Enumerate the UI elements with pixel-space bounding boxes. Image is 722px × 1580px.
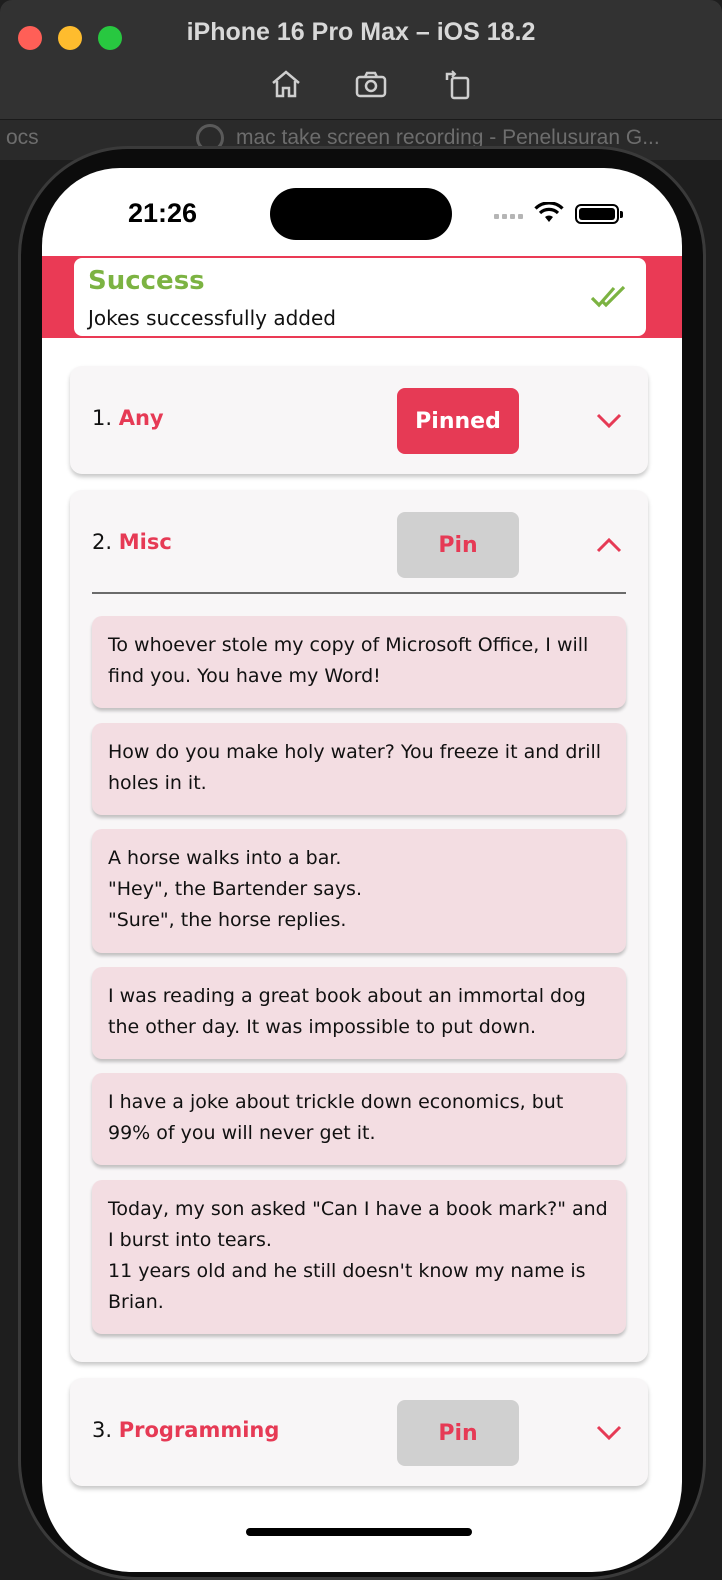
dynamic-island — [270, 188, 452, 240]
battery-icon — [575, 204, 623, 224]
status-time: 21:26 — [128, 198, 198, 228]
chevron-down-icon[interactable] — [594, 406, 624, 436]
category-name: Any — [118, 406, 164, 430]
home-indicator[interactable] — [246, 1528, 472, 1536]
chevron-up-icon[interactable] — [594, 530, 624, 560]
toast-card[interactable]: Success Jokes successfully added — [74, 258, 646, 336]
phone-screen: 21:26 Success Jokes successfully added 1… — [42, 168, 682, 1572]
wifi-icon — [534, 201, 564, 228]
rotate-icon[interactable] — [440, 66, 476, 102]
category-card-any[interactable]: 1. Any Pinned — [70, 366, 648, 474]
joke-card: A horse walks into a bar. "Hey", the Bar… — [92, 829, 626, 953]
cellular-signal-icon — [494, 214, 523, 219]
screenshot-icon[interactable] — [354, 66, 390, 102]
joke-card: Today, my son asked "Can I have a book m… — [92, 1180, 626, 1334]
category-name: Misc — [118, 530, 172, 554]
home-icon[interactable] — [268, 66, 304, 102]
category-number: 3. — [92, 1418, 113, 1442]
toast-message: Jokes successfully added — [88, 306, 336, 330]
joke-card: I was reading a great book about an immo… — [92, 967, 626, 1059]
category-number: 1. — [92, 406, 113, 430]
category-divider — [92, 592, 626, 594]
background-text: ocs — [6, 126, 39, 149]
category-card-misc[interactable]: 2. Misc Pin To whoever stole my copy of … — [70, 490, 648, 1362]
toast-title: Success — [88, 266, 205, 296]
toast-banner: Success Jokes successfully added — [42, 256, 682, 338]
joke-card: How do you make holy water? You freeze i… — [92, 723, 626, 815]
chevron-down-icon[interactable] — [594, 1418, 624, 1448]
double-check-icon — [590, 284, 628, 314]
status-bar: 21:26 — [42, 168, 682, 256]
category-name: Programming — [118, 1418, 280, 1442]
category-title: 2. Misc — [92, 530, 172, 554]
category-title: 1. Any — [92, 406, 164, 430]
simulator-title: iPhone 16 Pro Max – iOS 18.2 — [186, 18, 536, 46]
category-title: 3. Programming — [92, 1418, 279, 1442]
simulator-titlebar: iPhone 16 Pro Max – iOS 18.2 — [0, 0, 722, 120]
category-number: 2. — [92, 530, 113, 554]
pin-button[interactable]: Pin — [397, 1400, 519, 1466]
joke-card: I have a joke about trickle down economi… — [92, 1073, 626, 1165]
category-card-programming[interactable]: 3. Programming Pin — [70, 1378, 648, 1486]
joke-card: To whoever stole my copy of Microsoft Of… — [92, 616, 626, 708]
pinned-button[interactable]: Pinned — [397, 388, 519, 454]
pin-button[interactable]: Pin — [397, 512, 519, 578]
